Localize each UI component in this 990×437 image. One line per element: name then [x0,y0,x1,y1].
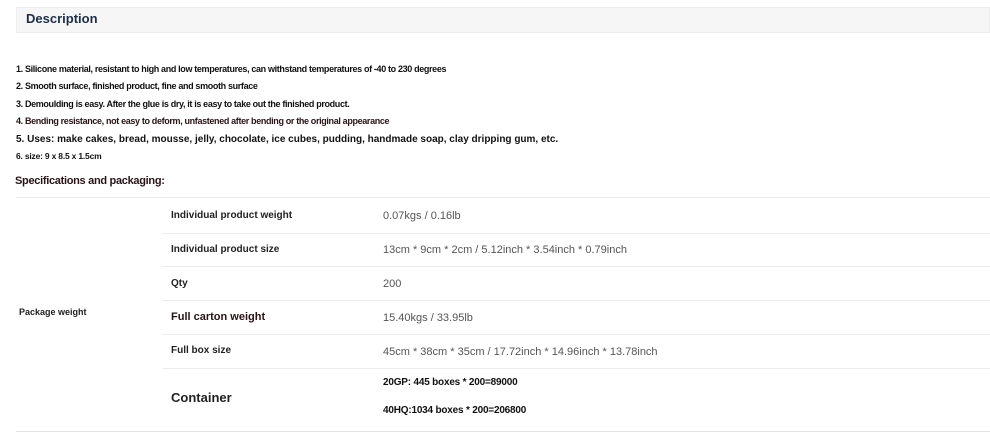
feature-item: 4. Bending resistance, not easy to defor… [16,116,390,127]
spec-value: 13cm * 9cm * 2cm / 5.12inch * 3.54inch *… [383,244,627,256]
container-value-20gp: 20GP: 445 boxes * 200=89000 [383,377,518,388]
specifications-heading: Specifications and packaging: [15,175,165,187]
divider [16,431,990,432]
spec-label: Individual product weight [171,210,293,221]
feature-item: 2. Smooth surface, finished product, fin… [16,81,258,92]
feature-item: 3. Demoulding is easy. After the glue is… [16,98,350,109]
package-weight-label: Package weight [19,307,87,317]
container-label: Container [171,390,232,405]
spec-label: Full carton weight [171,311,266,323]
description-title: Description [26,11,98,26]
spec-row: Full carton weight 15.40kgs / 33.95lb [162,301,990,335]
feature-item: 6. size: 9 x 8.5 x 1.5cm [16,150,102,161]
container-value-40hq: 40HQ:1034 boxes * 200=206800 [383,405,527,416]
spec-row: Individual product size 13cm * 9cm * 2cm… [162,234,990,267]
feature-item: 1. Silicone material, resistant to high … [16,64,447,74]
spec-label: Individual product size [171,244,280,255]
spec-row: Qty 200 [162,267,990,301]
container-row: Container 20GP: 445 boxes * 200=89000 40… [162,369,990,431]
spec-label: Qty [171,278,188,289]
spec-value: 15.40kgs / 33.95lb [383,312,473,324]
spec-value: 45cm * 38cm * 35cm / 17.72inch * 14.96in… [383,346,658,358]
spec-value: 200 [383,278,402,290]
spec-row: Individual product weight 0.07kgs / 0.16… [162,198,990,234]
description-header: Description [16,7,990,33]
feature-list: 1. Silicone material, resistant to high … [16,61,976,165]
spec-label: Full box size [171,345,232,356]
spec-value: 0.07kgs / 0.16lb [383,210,461,222]
spec-row: Full box size 45cm * 38cm * 35cm / 17.72… [162,335,990,369]
feature-item: 5. Uses: make cakes, bread, mousse, jell… [16,133,559,145]
